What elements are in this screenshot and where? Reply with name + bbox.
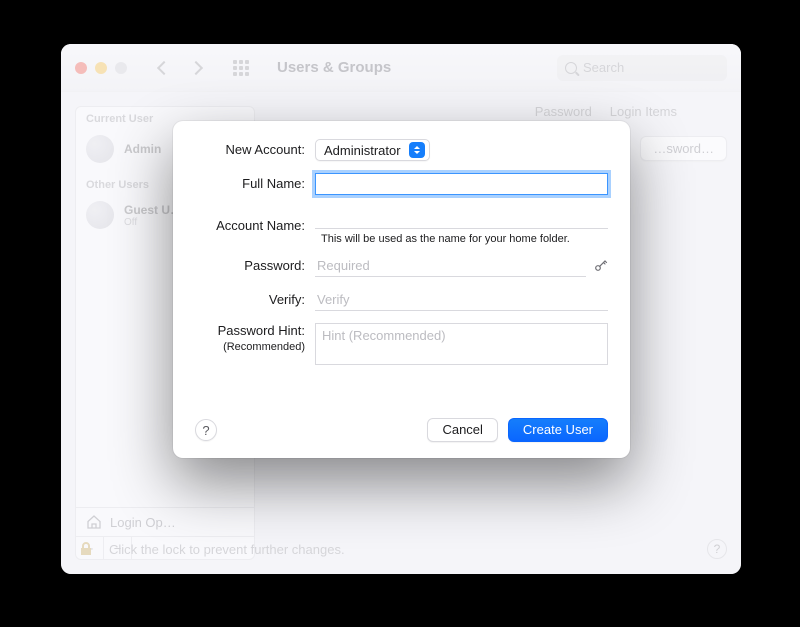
cancel-button[interactable]: Cancel	[427, 418, 497, 442]
new-account-value: Administrator	[324, 143, 401, 158]
verify-input[interactable]	[315, 289, 608, 311]
label-full-name: Full Name:	[195, 176, 315, 193]
dropdown-stepper-icon	[409, 142, 425, 158]
dialog-footer: ? Cancel Create User	[195, 418, 608, 442]
label-password: Password:	[195, 258, 315, 275]
row-account-name: Account Name: This will be used as the n…	[195, 207, 608, 245]
hint-textarea[interactable]	[315, 323, 608, 365]
row-verify: Verify:	[195, 289, 608, 311]
help-button[interactable]: ?	[195, 419, 217, 441]
label-hint: Password Hint: (Recommended)	[195, 323, 315, 354]
row-password: Password:	[195, 255, 608, 277]
new-account-select[interactable]: Administrator	[315, 139, 430, 161]
row-hint: Password Hint: (Recommended)	[195, 323, 608, 365]
password-assistant-icon[interactable]	[594, 258, 608, 275]
label-verify: Verify:	[195, 292, 315, 309]
row-new-account: New Account: Administrator	[195, 139, 608, 161]
label-new-account: New Account:	[195, 142, 315, 159]
new-user-dialog: New Account: Administrator Full Name: Ac…	[173, 121, 630, 458]
label-account-name: Account Name:	[195, 218, 315, 235]
label-hint-line1: Password Hint:	[195, 323, 305, 340]
row-full-name: Full Name:	[195, 173, 608, 195]
account-name-input[interactable]	[315, 207, 608, 229]
password-input[interactable]	[315, 255, 586, 277]
account-name-hint: This will be used as the name for your h…	[315, 233, 608, 245]
create-user-button[interactable]: Create User	[508, 418, 608, 442]
label-hint-line2: (Recommended)	[195, 340, 305, 354]
full-name-input[interactable]	[315, 173, 608, 195]
desktop-frame: Users & Groups Search Current User Admin…	[0, 0, 800, 627]
